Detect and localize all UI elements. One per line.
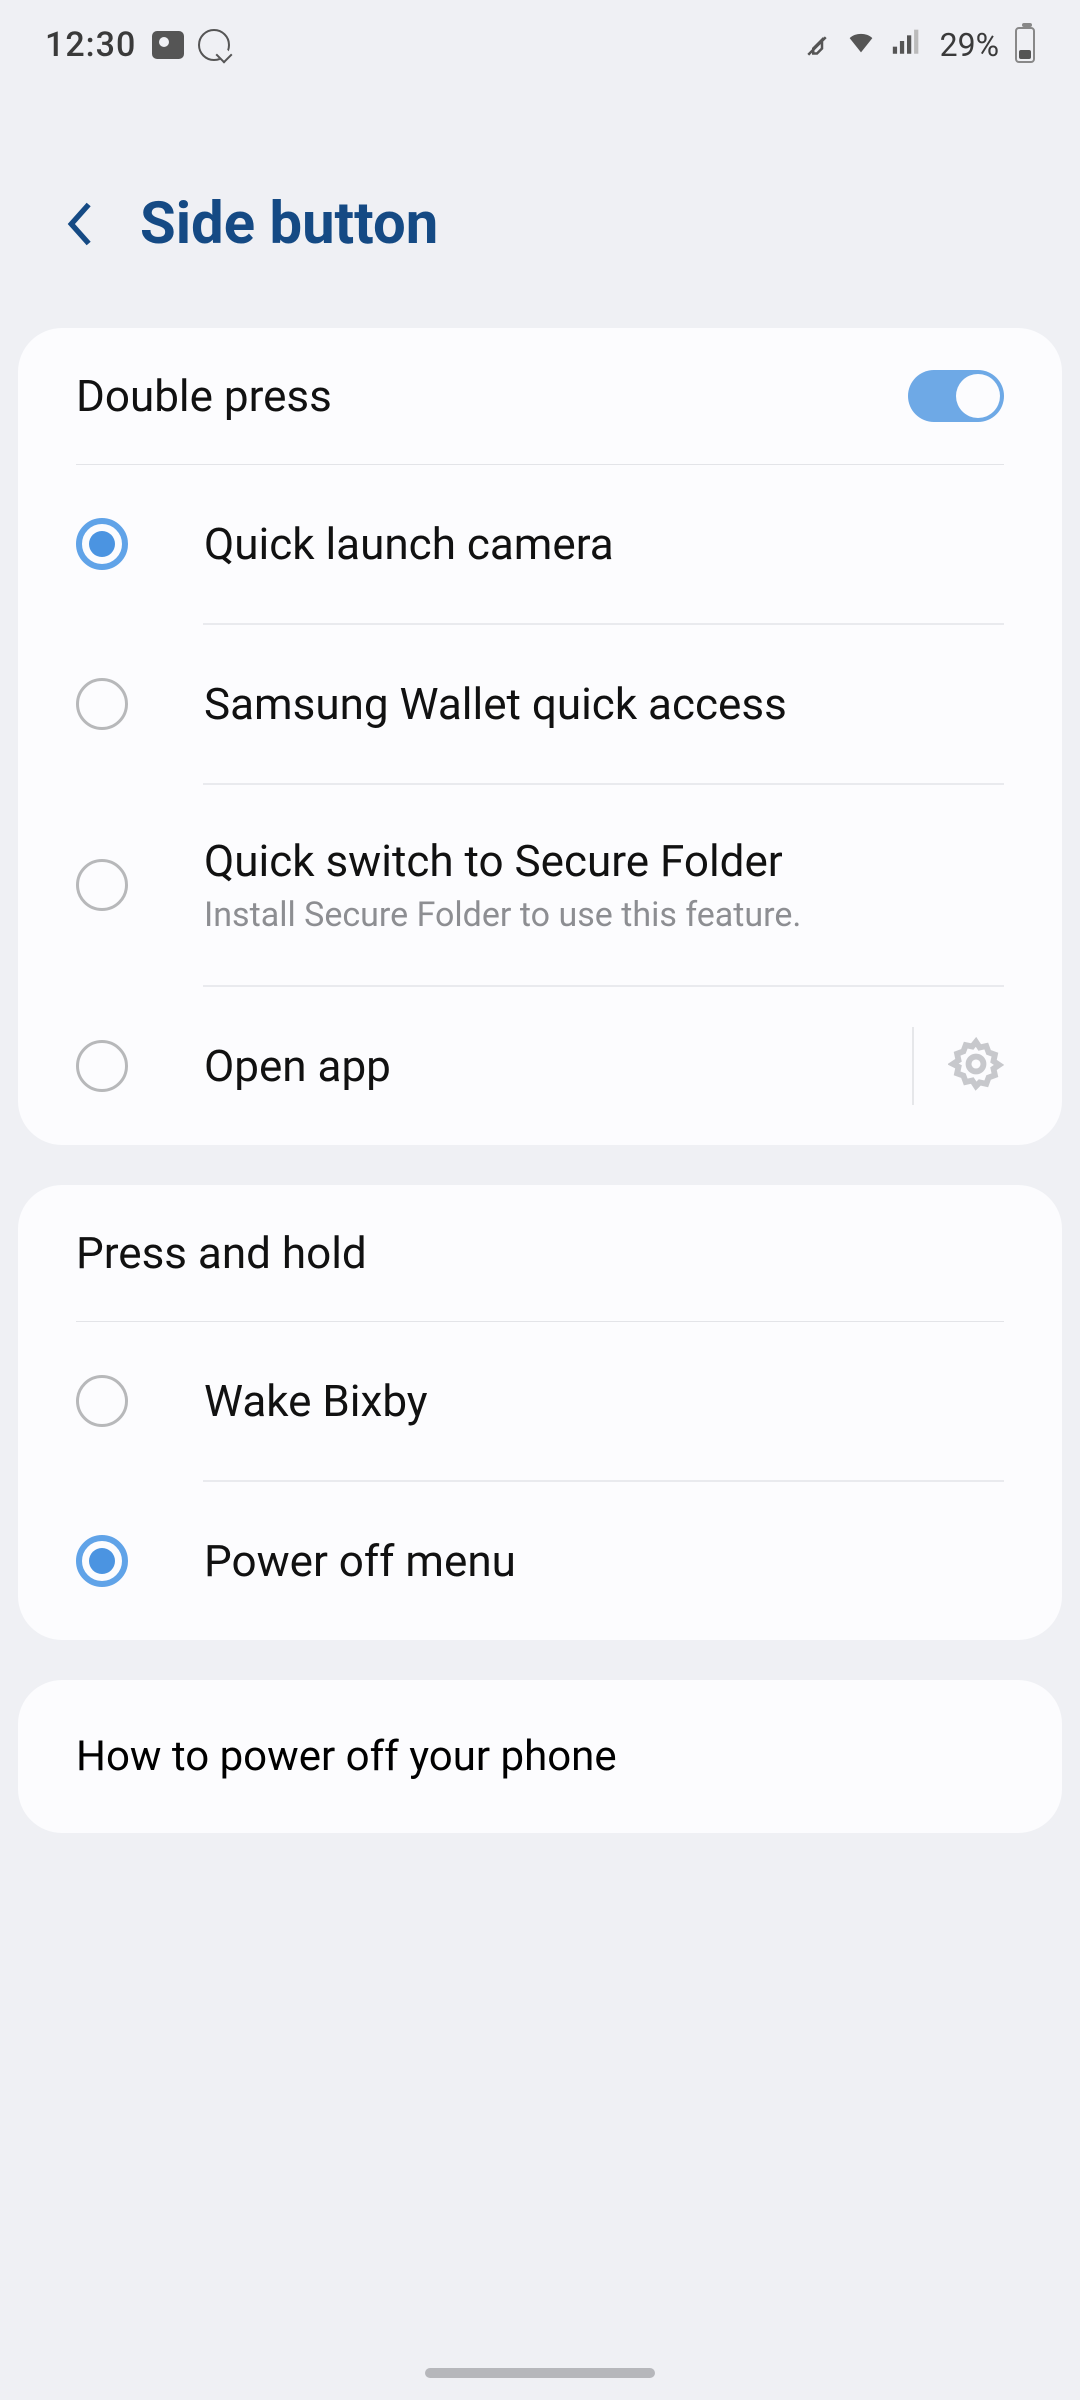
picture-icon	[152, 31, 184, 59]
gear-icon[interactable]	[948, 1036, 1004, 1096]
help-link-label: How to power off your phone	[76, 1732, 617, 1781]
option-quick-launch-camera[interactable]: Quick launch camera	[18, 465, 1062, 623]
radio-selected-icon	[76, 1535, 128, 1587]
option-label: Open app	[204, 1040, 892, 1092]
option-label: Quick launch camera	[204, 518, 1004, 570]
press-hold-section: Press and hold Wake Bixby Power off menu	[18, 1185, 1062, 1640]
signal-icon	[890, 24, 924, 67]
press-hold-header-row: Press and hold	[18, 1185, 1062, 1321]
option-label: Wake Bixby	[204, 1375, 1004, 1427]
option-wake-bixby[interactable]: Wake Bixby	[18, 1322, 1062, 1480]
vertical-divider	[912, 1027, 914, 1105]
wifi-icon	[844, 24, 878, 67]
battery-percentage: 29%	[940, 26, 999, 64]
nav-handle[interactable]	[425, 2368, 655, 2378]
radio-selected-icon	[76, 518, 128, 570]
whatsapp-icon	[198, 29, 230, 61]
option-power-off-menu[interactable]: Power off menu	[18, 1482, 1062, 1640]
help-section: How to power off your phone	[18, 1680, 1062, 1833]
radio-unselected-icon	[76, 1375, 128, 1427]
option-sublabel: Install Secure Folder to use this featur…	[204, 895, 1004, 935]
double-press-header-label: Double press	[76, 370, 332, 422]
status-right: 29%	[802, 24, 1035, 67]
status-bar: 12:30 29%	[0, 0, 1080, 90]
status-notif-icons	[152, 29, 230, 61]
option-label: Quick switch to Secure Folder	[204, 835, 1004, 887]
radio-unselected-icon	[76, 678, 128, 730]
battery-icon	[1015, 27, 1035, 63]
page-title: Side button	[140, 190, 438, 258]
status-left: 12:30	[45, 25, 230, 65]
option-label: Power off menu	[204, 1535, 1004, 1587]
mute-icon	[802, 30, 832, 60]
radio-unselected-icon	[76, 859, 128, 911]
page-header: Side button	[0, 90, 1080, 328]
option-secure-folder[interactable]: Quick switch to Secure Folder Install Se…	[18, 785, 1062, 985]
option-open-app[interactable]: Open app	[18, 987, 1062, 1145]
option-samsung-wallet[interactable]: Samsung Wallet quick access	[18, 625, 1062, 783]
double-press-header-row[interactable]: Double press	[18, 328, 1062, 464]
chevron-left-icon	[67, 201, 93, 247]
back-button[interactable]	[60, 204, 100, 244]
double-press-toggle[interactable]	[908, 370, 1004, 422]
radio-unselected-icon	[76, 1040, 128, 1092]
open-app-trailing	[912, 1027, 1004, 1105]
option-label: Samsung Wallet quick access	[204, 678, 1004, 730]
how-to-power-off-link[interactable]: How to power off your phone	[18, 1680, 1062, 1833]
double-press-section: Double press Quick launch camera Samsung…	[18, 328, 1062, 1145]
status-time: 12:30	[45, 25, 136, 65]
press-hold-header-label: Press and hold	[76, 1227, 367, 1279]
